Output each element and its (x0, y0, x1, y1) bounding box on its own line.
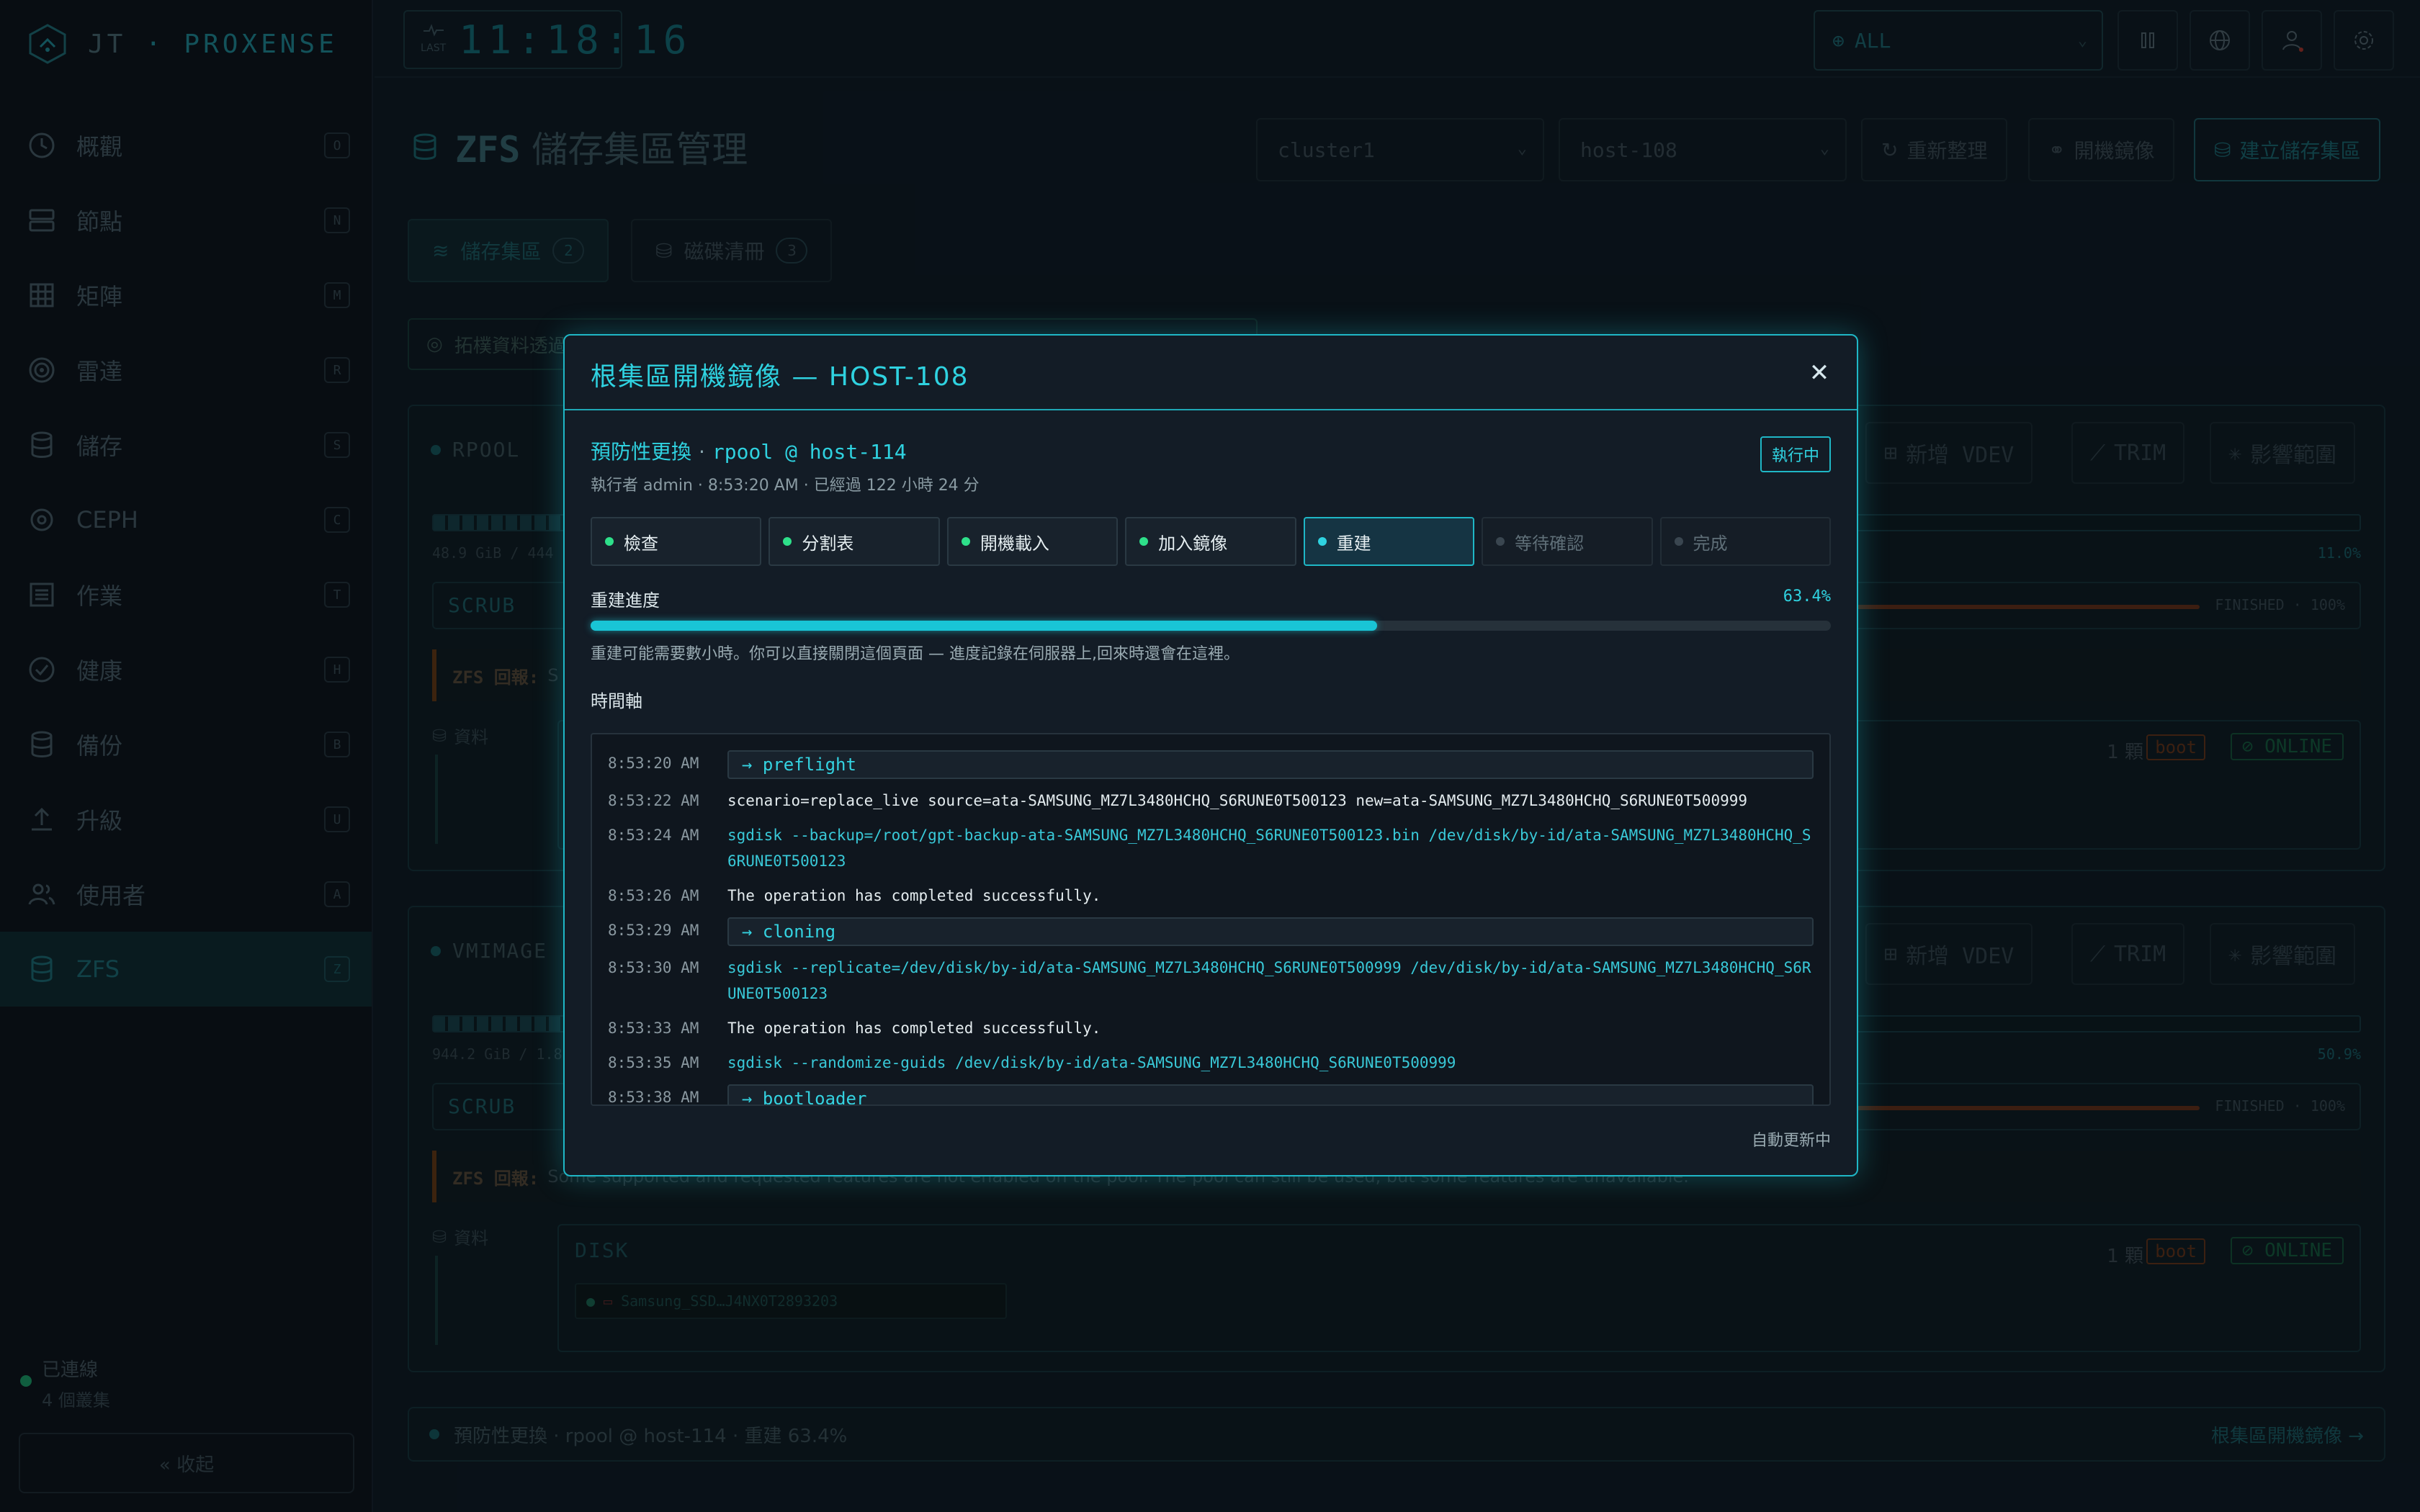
step-status-dot (1496, 537, 1505, 546)
auto-update-label: 自動更新中 (1751, 1132, 1831, 1150)
step-status-dot (783, 537, 792, 546)
timeline-entry: 8:53:38 AM → bootloader (608, 1084, 1814, 1106)
step-status-dot (1674, 537, 1683, 546)
step-3: 加入鏡像 (1125, 517, 1296, 566)
timeline-entry: 8:53:30 AM sgdisk --replicate=/dev/disk/b… (608, 955, 1814, 1007)
timeline-entry: 8:53:33 AM The operation has completed su… (608, 1015, 1814, 1041)
entry-time: 8:53:29 AM (608, 922, 699, 939)
entry-message: sgdisk --randomize-guids /dev/disk/by-id… (727, 1054, 1456, 1071)
entry-message: → preflight (727, 750, 1814, 779)
dialog-title: 根集區開機鏡像 — HOST-108 (591, 362, 969, 392)
step-status-dot (1139, 537, 1149, 546)
entry-time: 8:53:33 AM (608, 1020, 699, 1037)
step-6: 完成 (1659, 517, 1831, 566)
entry-time: 8:53:20 AM (608, 755, 699, 772)
step-status-dot (1317, 537, 1327, 546)
timeline-entry: 8:53:20 AM → preflight (608, 750, 1814, 779)
entry-message: The operation has completed successfully… (727, 887, 1101, 904)
timeline-entry: 8:53:29 AM → cloning (608, 917, 1814, 946)
timeline-entry: 8:53:26 AM The operation has completed su… (608, 883, 1814, 909)
entry-time: 8:53:30 AM (608, 959, 699, 976)
close-button[interactable]: ✕ (1802, 356, 1837, 390)
step-label: 完成 (1693, 533, 1728, 554)
progress-fill (591, 621, 1377, 631)
step-label: 開機載入 (980, 533, 1049, 554)
boot-mirror-dialog: 根集區開機鏡像 — HOST-108 ✕ 預防性更換 · rpool @ host-… (563, 334, 1858, 1176)
step-status-dot (605, 537, 614, 546)
timeline-entry: 8:53:24 AM sgdisk --backup=/root/gpt-back… (608, 822, 1814, 874)
progress-percent: 63.4% (1783, 588, 1831, 606)
step-label: 分割表 (802, 533, 854, 554)
step-tracker: 檢查 分割表 開機載入 加入鏡像 重建 等待確認 完成 (591, 517, 1831, 566)
entry-message: sgdisk --backup=/root/gpt-backup-ata-SAM… (727, 827, 1811, 870)
progress-bar (591, 621, 1831, 631)
entry-time: 8:53:24 AM (608, 827, 699, 844)
progress-label: 重建進度 (591, 590, 660, 611)
entry-message: sgdisk --replicate=/dev/disk/by-id/ata-S… (727, 959, 1811, 1002)
timeline-entry: 8:53:35 AM sgdisk --randomize-guids /dev/… (608, 1050, 1814, 1076)
timeline-log[interactable]: 8:53:20 AM → preflight 8:53:22 AM scenario=… (591, 733, 1831, 1106)
step-1: 分割表 (768, 517, 940, 566)
timeline-label: 時間軸 (591, 691, 642, 711)
step-status-dot (961, 537, 970, 546)
progress-note: 重建可能需要數小時。你可以直接關閉這個頁面 — 進度記錄在伺服器上,回來時還會在… (591, 645, 1240, 663)
entry-time: 8:53:35 AM (608, 1054, 699, 1071)
timeline-entry: 8:53:22 AM scenario=replace_live source=a… (608, 788, 1814, 814)
entry-time: 8:53:38 AM (608, 1089, 699, 1106)
dialog-header: 根集區開機鏡像 — HOST-108 ✕ (565, 336, 1857, 410)
entry-message: The operation has completed successfully… (727, 1020, 1101, 1037)
entry-message: → cloning (727, 917, 1814, 946)
step-0: 檢查 (591, 517, 762, 566)
entry-time: 8:53:22 AM (608, 792, 699, 809)
step-label: 重建 (1336, 533, 1371, 554)
entry-message: → bootloader (727, 1084, 1814, 1104)
close-icon: ✕ (1809, 359, 1830, 387)
entry-message: scenario=replace_live source=ata-SAMSUNG… (727, 792, 1748, 809)
step-label: 檢查 (624, 533, 658, 554)
status-badge: 執行中 (1760, 436, 1831, 472)
entry-time: 8:53:26 AM (608, 887, 699, 904)
operation-title: 預防性更換 · rpool @ host-114 (591, 440, 907, 464)
step-label: 加入鏡像 (1158, 533, 1228, 554)
step-5: 等待確認 (1482, 517, 1653, 566)
step-4: 重建 (1303, 517, 1475, 566)
step-label: 等待確認 (1515, 533, 1585, 554)
step-2: 開機載入 (946, 517, 1119, 566)
operation-meta: 執行者 admin · 8:53:20 AM · 已經過 122 小時 24 分 (591, 477, 980, 495)
